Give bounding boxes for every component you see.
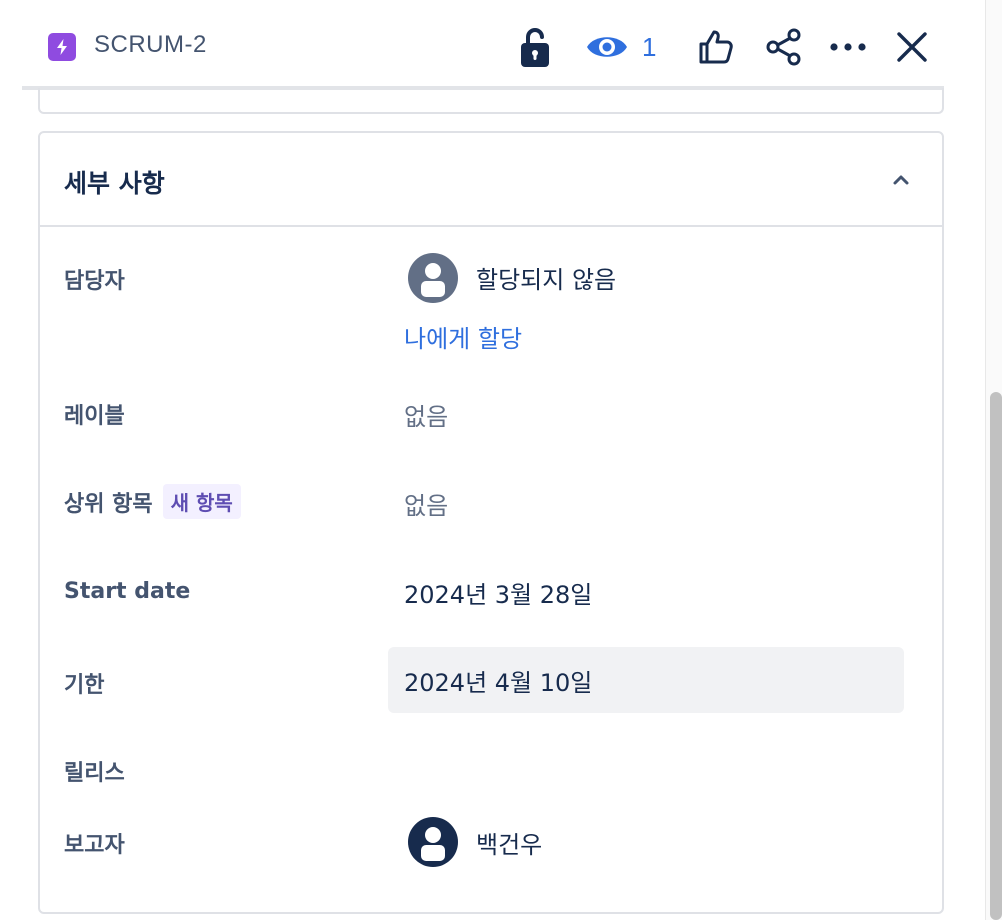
vote-button[interactable] (694, 24, 738, 70)
chevron-up-icon[interactable] (890, 169, 912, 191)
issue-header: SCRUM-2 1 (0, 0, 985, 92)
labels-value[interactable]: 없음 (404, 397, 448, 432)
parent-value[interactable]: 없음 (404, 486, 448, 521)
eye-icon (587, 37, 627, 57)
reporter-value[interactable]: 백건우 (476, 825, 542, 860)
start-date-label: Start date (64, 579, 191, 604)
new-badge: 새 항목 (162, 484, 241, 519)
reporter-avatar-icon (408, 817, 458, 867)
lock-icon (521, 28, 549, 67)
assignee-value[interactable]: 할당되지 않음 (476, 260, 616, 295)
reporter-label: 보고자 (64, 833, 125, 858)
start-date-field[interactable]: 2024년 3월 28일 (388, 559, 904, 625)
issue-detail-view: SCRUM-2 1 세부 사항 담당자 할당되지 않음 나에게 할당 레이블 없… (0, 0, 1002, 920)
more-icon (830, 43, 866, 51)
watch-button[interactable]: 1 (586, 24, 666, 70)
due-date-value: 2024년 4월 10일 (404, 668, 593, 697)
share-icon (766, 28, 801, 66)
issue-key-link[interactable]: SCRUM-2 (94, 31, 207, 59)
details-panel: 세부 사항 담당자 할당되지 않음 나에게 할당 레이블 없음 상위 항목 새 항… (38, 131, 944, 914)
parent-label-text: 상위 항목 (64, 492, 153, 517)
close-button[interactable] (890, 24, 934, 70)
assignee-label: 담당자 (64, 269, 125, 294)
restrictions-button[interactable] (514, 24, 556, 70)
more-actions-button[interactable] (826, 24, 870, 70)
unassigned-avatar-icon (408, 253, 458, 303)
details-panel-header[interactable]: 세부 사항 (40, 133, 942, 227)
due-date-label: 기한 (64, 673, 105, 698)
previous-panel-bottom (38, 88, 944, 114)
close-icon (897, 32, 927, 62)
panel-title: 세부 사항 (64, 169, 165, 198)
share-button[interactable] (762, 24, 806, 70)
assign-to-me-link[interactable]: 나에게 할당 (404, 319, 522, 354)
release-label: 릴리스 (64, 761, 125, 786)
start-date-value: 2024년 3월 28일 (404, 580, 593, 609)
watch-count: 1 (642, 31, 657, 62)
scrollbar-thumb[interactable] (990, 392, 1002, 920)
due-date-field[interactable]: 2024년 4월 10일 (388, 647, 904, 713)
parent-label: 상위 항목 새 항목 (64, 484, 241, 519)
lightning-icon (48, 33, 76, 61)
thumbs-up-icon (699, 30, 733, 64)
labels-label: 레이블 (64, 404, 125, 429)
